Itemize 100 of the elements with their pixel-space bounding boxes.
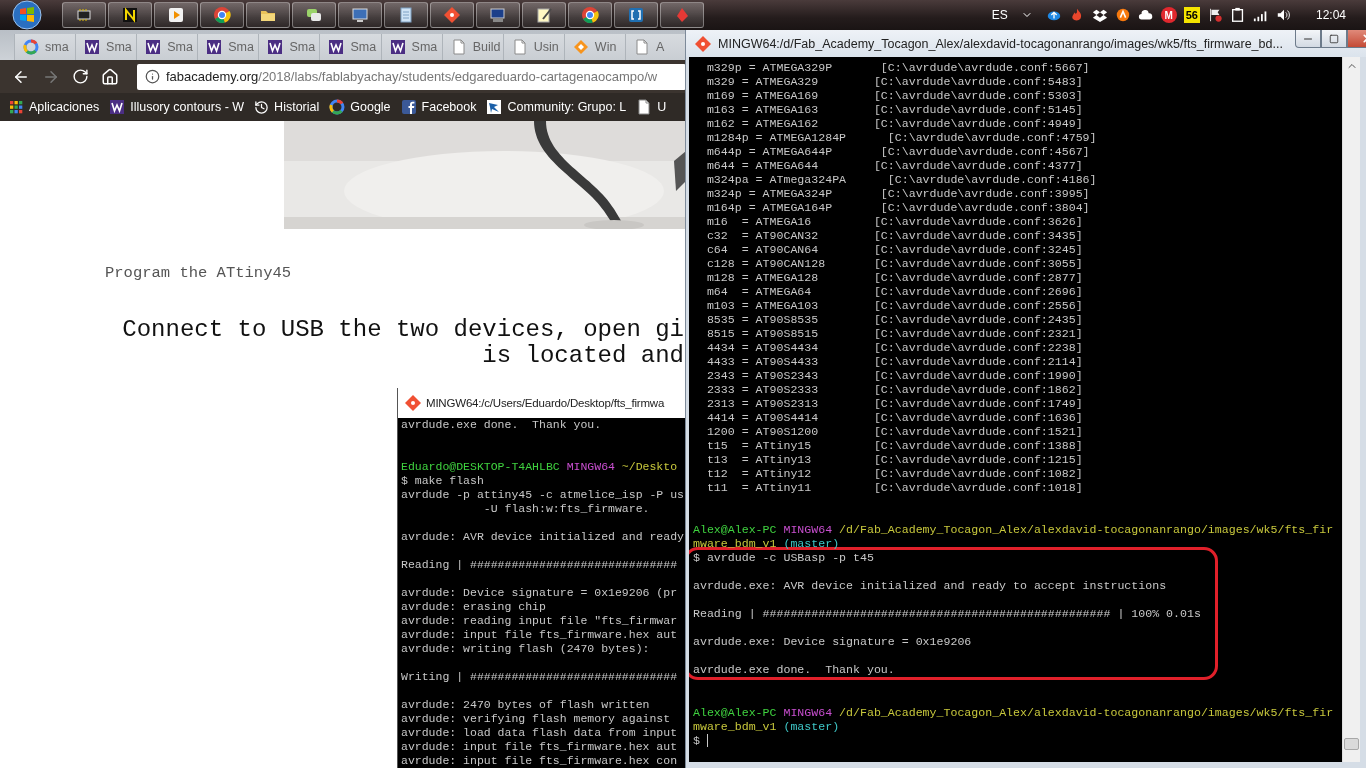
terminal-line: avrdude: writing flash (2470 bytes): [401,642,650,656]
device-name: c128 = AT90CAN128 [705,257,827,271]
taskbar-button[interactable] [568,2,612,28]
logo-icon [121,6,139,24]
config-path: [C:\avrdude\avrdude.conf:5303] [873,89,1083,103]
taskbar-button[interactable] [246,2,290,28]
site-icon [267,39,284,55]
config-path: [C:\avrdude\avrdude.conf:2556] [873,299,1083,313]
bookmark[interactable]: Historial [254,99,320,115]
taskbar-button[interactable] [522,2,566,28]
reload-button[interactable] [70,66,91,87]
browser-tab[interactable]: Sma [380,34,442,60]
config-path: [C:\avrdude\avrdude.conf:4377] [873,159,1083,173]
scroll-thumb[interactable] [1344,738,1359,750]
taskbar-button[interactable] [338,2,382,28]
maximize-button[interactable] [1320,30,1347,48]
config-path: [C:\avrdude\avrdude.conf:5145] [873,103,1083,117]
taskbar-button[interactable] [154,2,198,28]
browser-tab[interactable]: Build [441,34,503,60]
config-path: [C:\avrdude\avrdude.conf:1215] [873,453,1083,467]
taskbar-button[interactable] [614,2,658,28]
config-path: [C:\avrdude\avrdude.conf:2877] [873,271,1083,285]
device-name: 1200 = AT90S1200 [705,425,820,439]
minimize-button[interactable] [1294,30,1321,48]
window-title: MINGW64:/c/Users/Eduardo/Desktop/fts_firmwa [426,397,665,409]
site-icon [328,39,345,55]
windows-logo-icon [12,0,42,30]
device-name: 4414 = AT90S4414 [705,411,820,425]
language-indicator[interactable]: ES [991,8,1008,22]
home-icon [101,67,119,86]
device-name: m64 = ATMEGA64 [705,285,813,299]
chip-icon [75,6,93,24]
taskbar-button[interactable] [108,2,152,28]
diamond-icon [443,6,461,24]
terminal-line: Reading | ################################################## | 100% 0.01s [693,607,1201,621]
bird-icon [486,99,503,115]
browser-tab[interactable]: A [624,34,687,60]
terminal-line: avrdude.exe done. Thank you. [401,418,602,432]
clock[interactable]: 12:04 [1315,8,1346,22]
device-name: m103 = ATMEGA103 [705,299,820,313]
browser-tab[interactable]: Sma [136,34,198,60]
device-name: 2313 = AT90S2313 [705,397,820,411]
page-icon [450,39,467,55]
bookmark[interactable]: U [636,99,667,115]
shell-name: MINGW64 [783,523,833,537]
address-bar[interactable]: fabacademy.org/2018/labs/fablabyachay/students/edgareduardo-cartagenaocampo/w [137,63,686,90]
page-icon [633,39,650,55]
computer-icon [489,6,507,24]
google-icon [23,39,39,55]
window-title: MINGW64:/d/Fab_Academy_Tocagon_Alex/alexdavid-tocagonanrango/images/wk5/fts_firmware_bd... [718,36,1283,51]
device-name: c32 = AT90CAN32 [705,229,820,243]
maximize-icon [1328,33,1339,44]
config-path: [C:\avrdude\avrdude.conf:2114] [873,355,1083,369]
bookmark[interactable]: Google [329,99,391,115]
heading-text: Connect to USB the two devices, open gi [121,317,684,343]
site-icon [206,39,223,55]
mail-badge[interactable]: M [1160,7,1177,23]
device-name: m164p = ATMEGA164P [705,201,834,215]
browser-tab[interactable]: sma [14,34,76,60]
count-badge[interactable]: 56 [1183,7,1200,23]
bookmark[interactable]: Illusory contours - W [109,99,245,115]
site-icon [109,99,126,115]
chat-icon [305,6,323,24]
site-icon [145,39,162,55]
browser-tab[interactable]: Win [563,34,625,60]
terminal-line: avrdude: verifying flash memory against [401,712,671,726]
browser-tab[interactable]: Sma [197,34,259,60]
bookmark[interactable]: Community: Grupo: L [486,99,627,115]
config-path: [C:\avrdude\avrdude.conf:3435] [873,229,1083,243]
terminal-line: avrdude.exe done. Thank you. [693,663,895,677]
shell-name: MINGW64 [566,460,615,474]
config-path: [C:\avrdude\avrdude.conf:1990] [873,369,1083,383]
terminal-line: avrdude: input file fts_firmware.hex con [401,754,678,768]
taskbar-button[interactable] [200,2,244,28]
text-cursor [706,734,708,747]
taskbar-button[interactable] [292,2,336,28]
taskbar-button[interactable] [62,2,106,28]
terminal-line: avrdude: input file fts_firmware.hex aut [401,628,678,642]
config-path: [C:\avrdude\avrdude.conf:1862] [873,383,1083,397]
page-icon [636,99,653,115]
taskbar-button[interactable] [384,2,428,28]
device-name: 4434 = AT90S4434 [705,341,820,355]
apps-grid-icon [8,99,24,115]
heading-text: is located and [481,343,684,369]
terminal-line: avrdude: reading input file "fts_firmwar [401,614,678,628]
prompt-path: ~/Deskto [621,460,678,474]
config-path: [C:\avrdude\avrdude.conf:4186] [887,173,1097,187]
prompt-sign: $ [693,734,700,748]
bookmark[interactable]: Facebook [400,99,477,115]
shell-name: MINGW64 [783,706,833,720]
device-name: c64 = AT90CAN64 [705,243,820,257]
browser-tab[interactable]: Sma [75,34,137,60]
config-path: [C:\avrdude\avrdude.conf:2321] [873,327,1083,341]
browser-tab[interactable]: Usin [502,34,564,60]
browser-tab[interactable]: Sma [319,34,381,60]
scrollbar[interactable] [1342,57,1360,762]
bookmark[interactable]: Aplicaciones [8,99,100,115]
site-icon [84,39,101,55]
play-icon [167,6,185,24]
browser-tab[interactable]: Sma [258,34,320,60]
